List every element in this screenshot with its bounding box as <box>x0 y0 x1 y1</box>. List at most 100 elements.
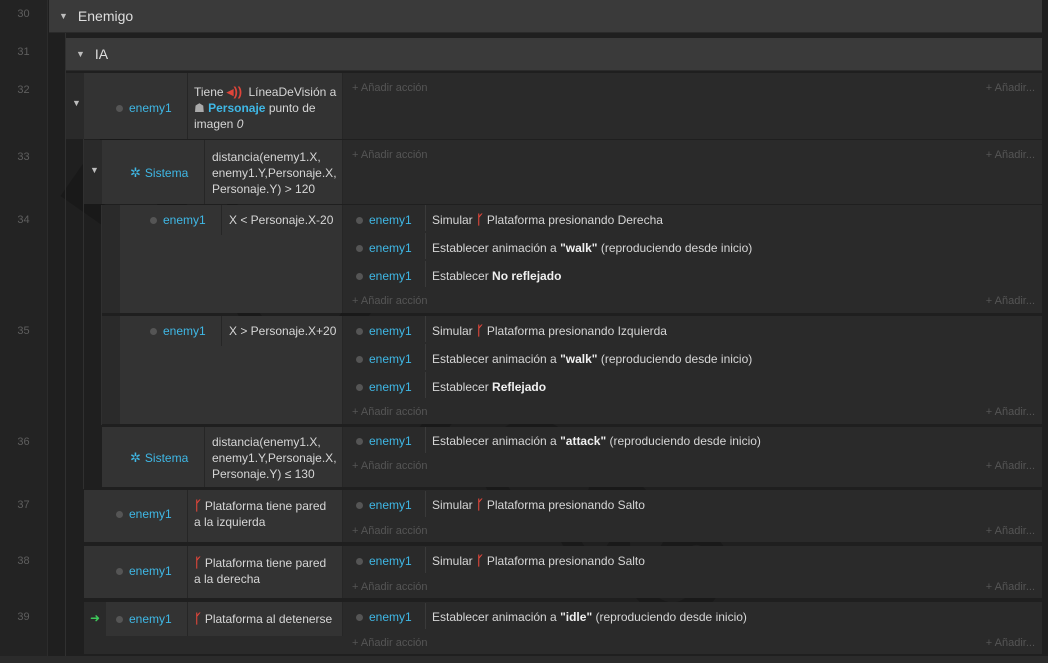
gear-icon: ✲ <box>130 450 141 465</box>
event-condition-block[interactable]: ✲ Sistema distancia(enemy1.X, enemy1.Y,Pe… <box>102 140 343 204</box>
add-action-link[interactable]: + Añadir acción <box>352 149 428 161</box>
object-icon <box>116 568 123 576</box>
condition-text: X < Personaje.X-20 <box>229 213 334 227</box>
action-text[interactable]: Simular ᚴ Plataforma presionando Derecha <box>432 212 663 228</box>
group-ia[interactable]: ▼ IA <box>66 38 1042 71</box>
condition-text: Plataforma tiene pared <box>204 556 327 570</box>
condition-text: Tiene <box>194 85 224 99</box>
action-text[interactable]: Establecer animación a "walk" (reproduci… <box>432 351 752 367</box>
object-icon <box>116 105 123 113</box>
action-row[interactable]: enemy1 <box>356 553 412 569</box>
object-name: enemy1 <box>163 213 206 227</box>
object-name: enemy1 <box>129 507 172 521</box>
group-enemigo[interactable]: ▼ Enemigo <box>49 0 1042 33</box>
object-name: Personaje <box>208 101 266 115</box>
platform-behavior-icon: ᚴ <box>476 212 484 227</box>
event-condition-block[interactable]: ✲ Sistema distancia(enemy1.X, enemy1.Y,Pe… <box>102 427 343 487</box>
add-more-link[interactable]: + Añadir... <box>930 460 1035 472</box>
event-condition-block[interactable]: enemy1 ᚴ Plataforma tiene pared a la dere… <box>84 546 343 598</box>
platform-behavior-icon: ᚴ <box>476 553 484 568</box>
line-number: 35 <box>17 325 30 337</box>
condition-param: 0 <box>236 117 244 131</box>
group-title: Enemigo <box>77 8 134 24</box>
object-icon <box>150 217 157 225</box>
action-row[interactable]: enemy1 <box>356 240 412 256</box>
event-condition-block[interactable]: enemy1 ᚴ Plataforma tiene pared a la izqu… <box>84 490 343 542</box>
collapse-triangle-icon[interactable]: ▼ <box>59 11 68 21</box>
action-text[interactable]: Establecer animación a "walk" (reproduci… <box>432 240 752 256</box>
action-row[interactable]: enemy1 <box>356 323 412 339</box>
gear-icon: ✲ <box>130 165 141 180</box>
add-action-link[interactable]: + Añadir acción <box>352 406 428 418</box>
line-number: 33 <box>17 151 30 163</box>
add-action-link[interactable]: + Añadir acción <box>352 460 428 472</box>
add-action-link[interactable]: + Añadir acción <box>352 82 428 94</box>
platform-behavior-icon: ᚴ <box>194 611 202 626</box>
line-number: 36 <box>17 436 30 448</box>
object-name: enemy1 <box>369 213 412 227</box>
action-text[interactable]: Simular ᚴ Plataforma presionando Izquierd… <box>432 323 667 339</box>
line-number: 32 <box>17 84 30 96</box>
condition-text: enemy1.Y,Personaje.X, <box>212 166 337 180</box>
collapse-triangle-icon[interactable]: ▼ <box>90 165 99 175</box>
line-number: 34 <box>17 214 30 226</box>
action-row[interactable]: enemy1 <box>356 609 412 625</box>
object-icon <box>150 328 157 336</box>
event-condition-block[interactable]: enemy1 X < Personaje.X-20 <box>120 205 343 313</box>
object-icon <box>116 616 123 624</box>
object-name: enemy1 <box>369 352 412 366</box>
condition-text: Personaje.Y) > 120 <box>212 182 316 196</box>
action-text[interactable]: Establecer Reflejado <box>432 379 546 395</box>
condition-text: Plataforma al detenerse <box>204 612 333 626</box>
event-condition-block[interactable]: enemy1 Tiene ◂)) LíneaDeVisión a ☗ Perso… <box>84 73 343 139</box>
action-row[interactable]: enemy1 <box>356 379 412 395</box>
collapse-triangle-icon[interactable]: ▼ <box>76 49 85 59</box>
object-icon <box>116 511 123 519</box>
add-action-link[interactable]: + Añadir acción <box>352 637 428 649</box>
object-name: enemy1 <box>129 612 172 626</box>
line-number: 31 <box>17 46 30 58</box>
horizontal-scrollbar[interactable] <box>0 656 1048 663</box>
add-more-link[interactable]: + Añadir... <box>930 82 1035 94</box>
object-name: enemy1 <box>369 380 412 394</box>
event-condition-block[interactable]: enemy1 ᚴ Plataforma al detenerse <box>106 602 343 636</box>
condition-text: a la derecha <box>194 572 261 586</box>
object-name: Sistema <box>144 166 189 180</box>
object-name: enemy1 <box>163 324 206 338</box>
object-icon: ☗ <box>194 101 205 115</box>
object-name: enemy1 <box>129 101 172 115</box>
object-name: enemy1 <box>369 324 412 338</box>
add-action-link[interactable]: + Añadir acción <box>352 581 428 593</box>
condition-text: a la izquierda <box>194 515 266 529</box>
add-more-link[interactable]: + Añadir... <box>930 295 1035 307</box>
object-name: enemy1 <box>369 554 412 568</box>
action-text[interactable]: Simular ᚴ Plataforma presionando Salto <box>432 497 645 513</box>
action-text[interactable]: Establecer animación a "attack" (reprodu… <box>432 433 761 449</box>
action-text[interactable]: Establecer animación a "idle" (reproduci… <box>432 609 747 625</box>
action-row[interactable]: enemy1 <box>356 497 412 513</box>
add-action-link[interactable]: + Añadir acción <box>352 525 428 537</box>
add-more-link[interactable]: + Añadir... <box>930 581 1035 593</box>
condition-text: Plataforma tiene pared <box>204 499 327 513</box>
action-text[interactable]: Simular ᚴ Plataforma presionando Salto <box>432 553 645 569</box>
action-row[interactable]: enemy1 <box>356 433 412 449</box>
trigger-arrow-icon: ➜ <box>90 611 101 625</box>
event-condition-block[interactable]: enemy1 X > Personaje.X+20 <box>120 316 343 424</box>
action-row[interactable]: enemy1 <box>356 351 412 367</box>
add-more-link[interactable]: + Añadir... <box>930 149 1035 161</box>
condition-text: distancia(enemy1.X, <box>212 150 321 164</box>
action-row[interactable]: enemy1 <box>356 268 412 284</box>
platform-behavior-icon: ᚴ <box>476 497 484 512</box>
add-more-link[interactable]: + Añadir... <box>930 406 1035 418</box>
object-name: enemy1 <box>369 241 412 255</box>
condition-text: punto de <box>268 101 316 115</box>
platform-behavior-icon: ᚴ <box>194 498 202 513</box>
condition-text: Personaje.Y) ≤ 130 <box>212 467 315 481</box>
condition-text: distancia(enemy1.X, <box>212 435 321 449</box>
add-more-link[interactable]: + Añadir... <box>930 637 1035 649</box>
add-more-link[interactable]: + Añadir... <box>930 525 1035 537</box>
action-text[interactable]: Establecer No reflejado <box>432 268 561 284</box>
action-row[interactable]: enemy1 <box>356 212 412 228</box>
collapse-triangle-icon[interactable]: ▼ <box>72 98 81 108</box>
add-action-link[interactable]: + Añadir acción <box>352 295 428 307</box>
